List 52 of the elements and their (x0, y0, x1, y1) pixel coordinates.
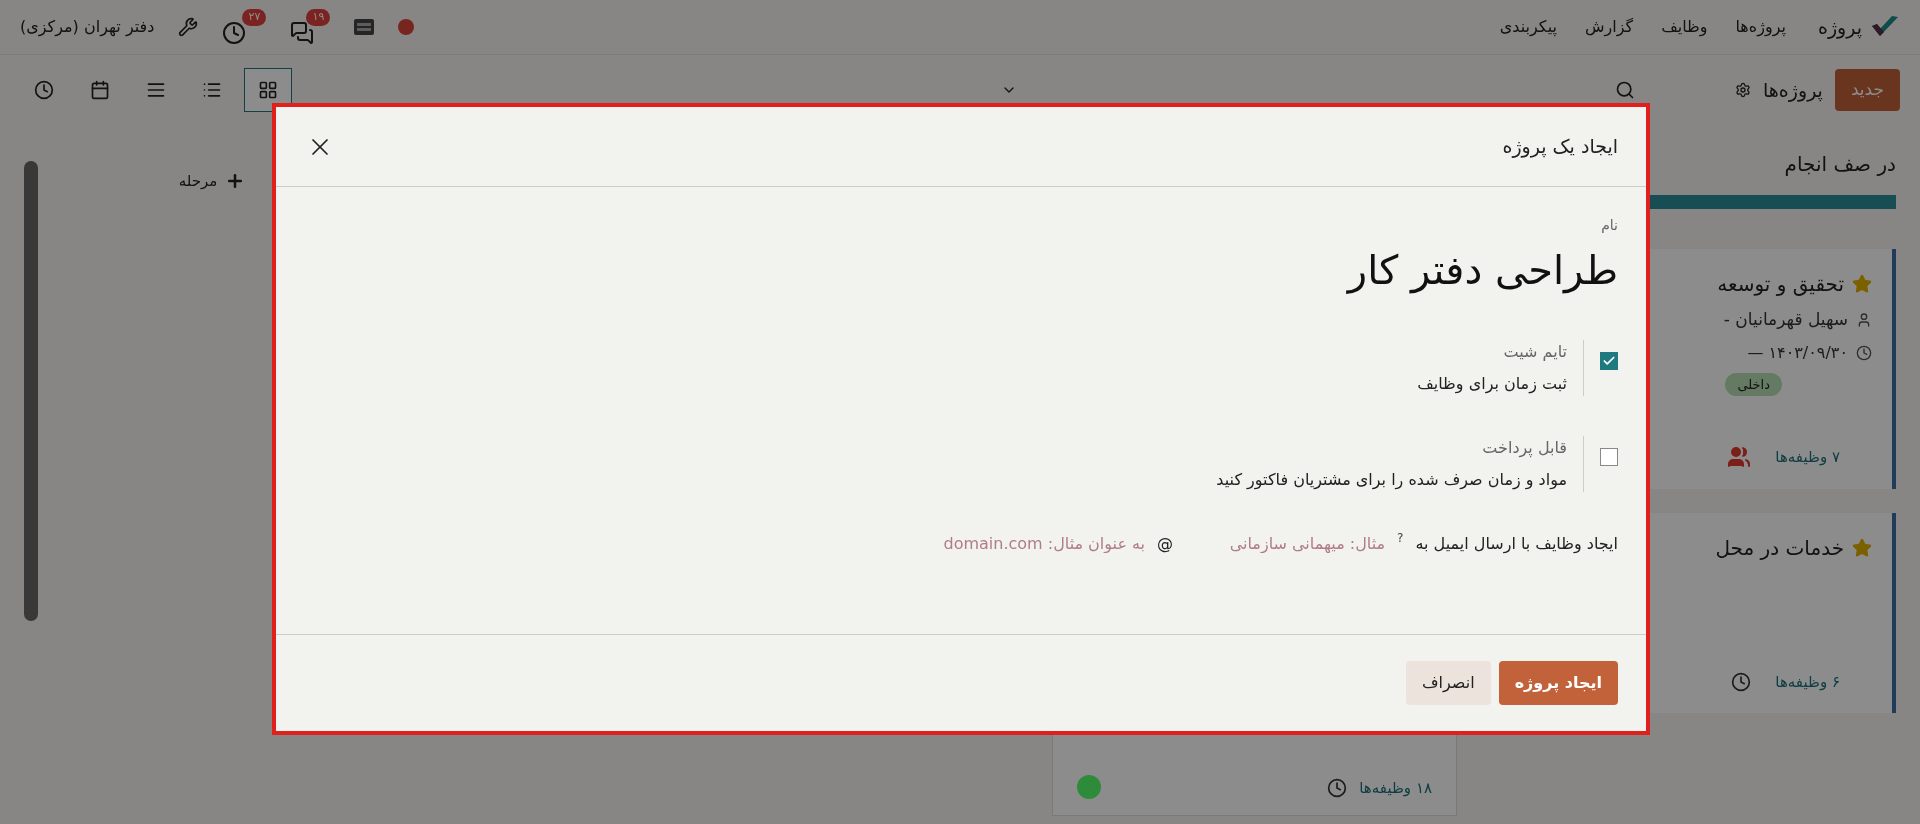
view-icon (90, 80, 110, 100)
clock-icon (222, 21, 247, 45)
tools-icon[interactable] (178, 17, 199, 37)
checkbox[interactable] (1600, 352, 1618, 370)
task-count-link[interactable]: ۶ وظیفه‌ها (1775, 670, 1840, 693)
view-icon (202, 80, 222, 100)
project-name: تحقیق و توسعه (1717, 271, 1844, 298)
checkbox[interactable] (1600, 448, 1618, 466)
project-manager: سهیل قهرمانیان - (1723, 308, 1848, 332)
breadcrumb[interactable]: پروژه‌ها (1763, 75, 1823, 105)
settings-icon[interactable] (1735, 82, 1751, 98)
menu-item[interactable]: پروژه‌ها (1735, 15, 1786, 39)
activities-button[interactable]: ۲۷ (222, 9, 267, 45)
at-sign: @ (1157, 533, 1174, 555)
project-date: ۱۴۰۳/۰۹/۳۰ — (1747, 341, 1848, 364)
people-icon[interactable] (1727, 445, 1752, 469)
view-icon (34, 80, 54, 100)
task-count-link[interactable]: ۷ وظیفه‌ها (1775, 445, 1840, 469)
view-icon (258, 80, 278, 100)
star-icon[interactable] (1852, 274, 1872, 294)
new-button[interactable]: جدید (1834, 69, 1900, 111)
user-icon (1856, 311, 1872, 328)
activity-count-badge: ۲۷ (242, 9, 267, 26)
menu-item[interactable]: گزارش (1584, 15, 1634, 39)
task-count-link[interactable]: ۱۸ وظیفه‌ها (1359, 776, 1432, 799)
clock-icon (1856, 344, 1872, 361)
star-icon[interactable] (1852, 538, 1872, 558)
help-icon[interactable]: ? (1397, 529, 1404, 547)
app-name[interactable]: پروژه (1817, 12, 1862, 42)
company-switcher[interactable]: دفتر تهران (مرکزی) (20, 15, 155, 39)
search-icon (1615, 79, 1635, 100)
project-name: خدمات در محل (1715, 535, 1844, 562)
view-icon (146, 80, 166, 100)
messages-button[interactable]: ۱۹ (290, 9, 331, 45)
project-tag: داخلی (1725, 372, 1782, 396)
add-stage-button[interactable]: مرحله (178, 169, 246, 193)
chat-icon (290, 21, 315, 45)
clock-icon[interactable] (1731, 671, 1752, 692)
menu-item[interactable]: پیکربندی (1499, 15, 1557, 39)
dialog-title: ایجاد یک پروژه (1502, 134, 1618, 160)
option-label: تایم شیت (1502, 341, 1567, 363)
menu-item[interactable]: وظایف (1661, 15, 1708, 39)
clock-icon[interactable] (1327, 777, 1348, 798)
alias-field[interactable]: مثال: میهمانی سازمانی (1185, 532, 1386, 556)
domain-field[interactable]: به عنوان مثال: domain.com (905, 532, 1146, 556)
field-label: نام (1600, 216, 1618, 235)
cancel-button[interactable]: انصراف (1406, 661, 1491, 705)
scrollbar[interactable] (24, 161, 38, 621)
view-switch-button[interactable] (244, 68, 292, 112)
create-project-button[interactable]: ایجاد پروژه (1498, 661, 1618, 705)
message-count-badge: ۱۹ (306, 9, 331, 26)
check-icon (1602, 354, 1616, 368)
